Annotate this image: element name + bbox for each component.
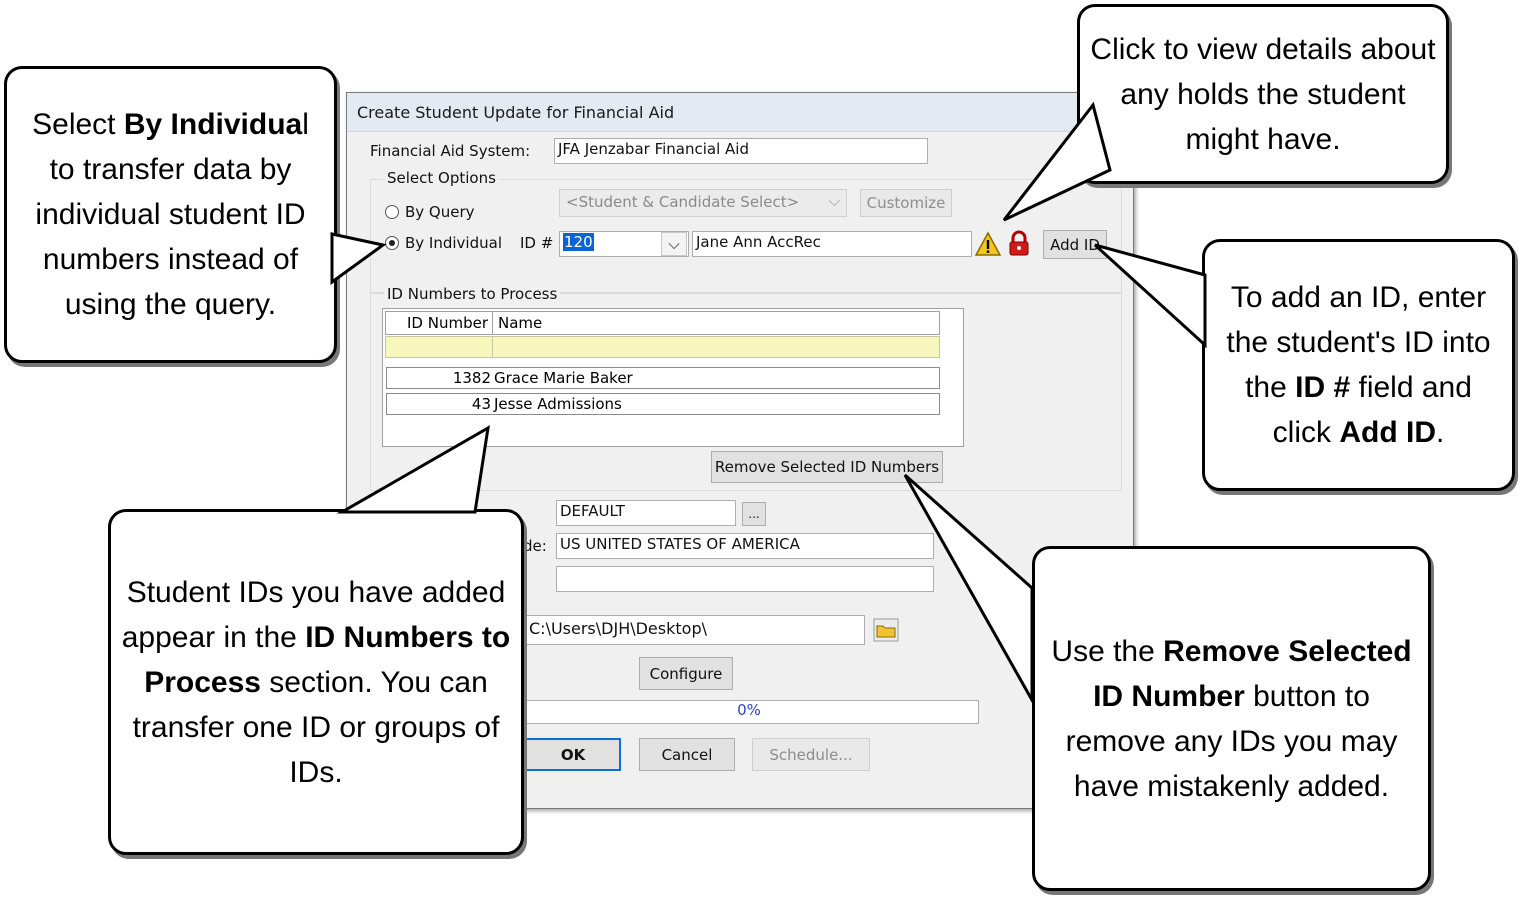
pointer-ids-added [336,425,490,514]
callout-pointers [330,101,1207,706]
pointer-remove [903,473,1034,706]
pointer-add-id [1093,243,1207,349]
pointer-by-individual [330,232,387,285]
pointer-holds [1002,101,1112,222]
